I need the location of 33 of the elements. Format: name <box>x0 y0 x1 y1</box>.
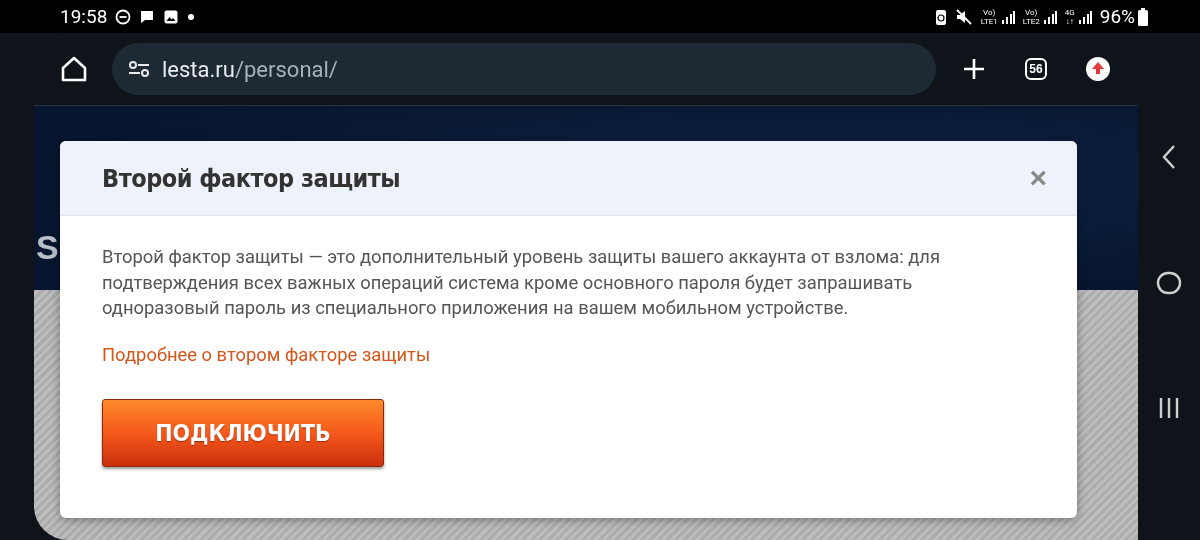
network-label: ↓↑ <box>1064 16 1075 26</box>
close-button[interactable]: × <box>1029 163 1047 193</box>
signal-icon <box>1000 9 1015 24</box>
image-icon <box>163 8 180 25</box>
network-label: LTE2 <box>1022 16 1040 26</box>
dialog-description: Второй фактор защиты — это дополнительный уровень защиты вашего аккаунта от взлома: для подтверждения всех важных операций система кроме основного пароля будет запрашивать одноразовый пароль из специального приложения на вашем мобильном устройстве. <box>102 245 941 320</box>
recent-apps-icon[interactable] <box>1158 397 1180 420</box>
upload-icon <box>1085 56 1111 82</box>
plus-icon <box>962 57 986 81</box>
network-label: Vo) <box>983 7 997 17</box>
dot-icon <box>187 12 196 21</box>
dialog-title: Второй фактор защиты <box>102 163 402 193</box>
mute-icon <box>954 7 973 26</box>
signal-icon <box>1077 9 1092 24</box>
chat-icon <box>139 8 156 25</box>
site-settings-icon <box>128 60 150 78</box>
battery-level: 96% <box>1099 5 1135 28</box>
tab-count-button[interactable]: 56 <box>1025 58 1047 80</box>
battery-saver-icon <box>934 7 947 26</box>
network-label: Vo) <box>1025 7 1038 17</box>
network-label: LTE1 <box>980 16 998 26</box>
connect-button[interactable]: ПОДКЛЮЧИТЬ <box>102 398 384 467</box>
signal-icon <box>1042 9 1057 24</box>
home-icon <box>60 55 88 83</box>
page-heading-fragment: S <box>36 228 59 267</box>
more-info-link[interactable]: Подробнее о втором факторе защиты <box>102 343 431 365</box>
do-not-disturb-icon <box>115 8 132 25</box>
battery-icon <box>1138 7 1148 26</box>
back-icon[interactable] <box>1161 143 1177 170</box>
url-text: lesta.ru/personal/ <box>162 56 338 82</box>
network-label: 4G <box>1064 7 1075 17</box>
address-bar[interactable]: lesta.ru/personal/ <box>112 43 936 95</box>
clock: 19:58 <box>60 5 108 28</box>
